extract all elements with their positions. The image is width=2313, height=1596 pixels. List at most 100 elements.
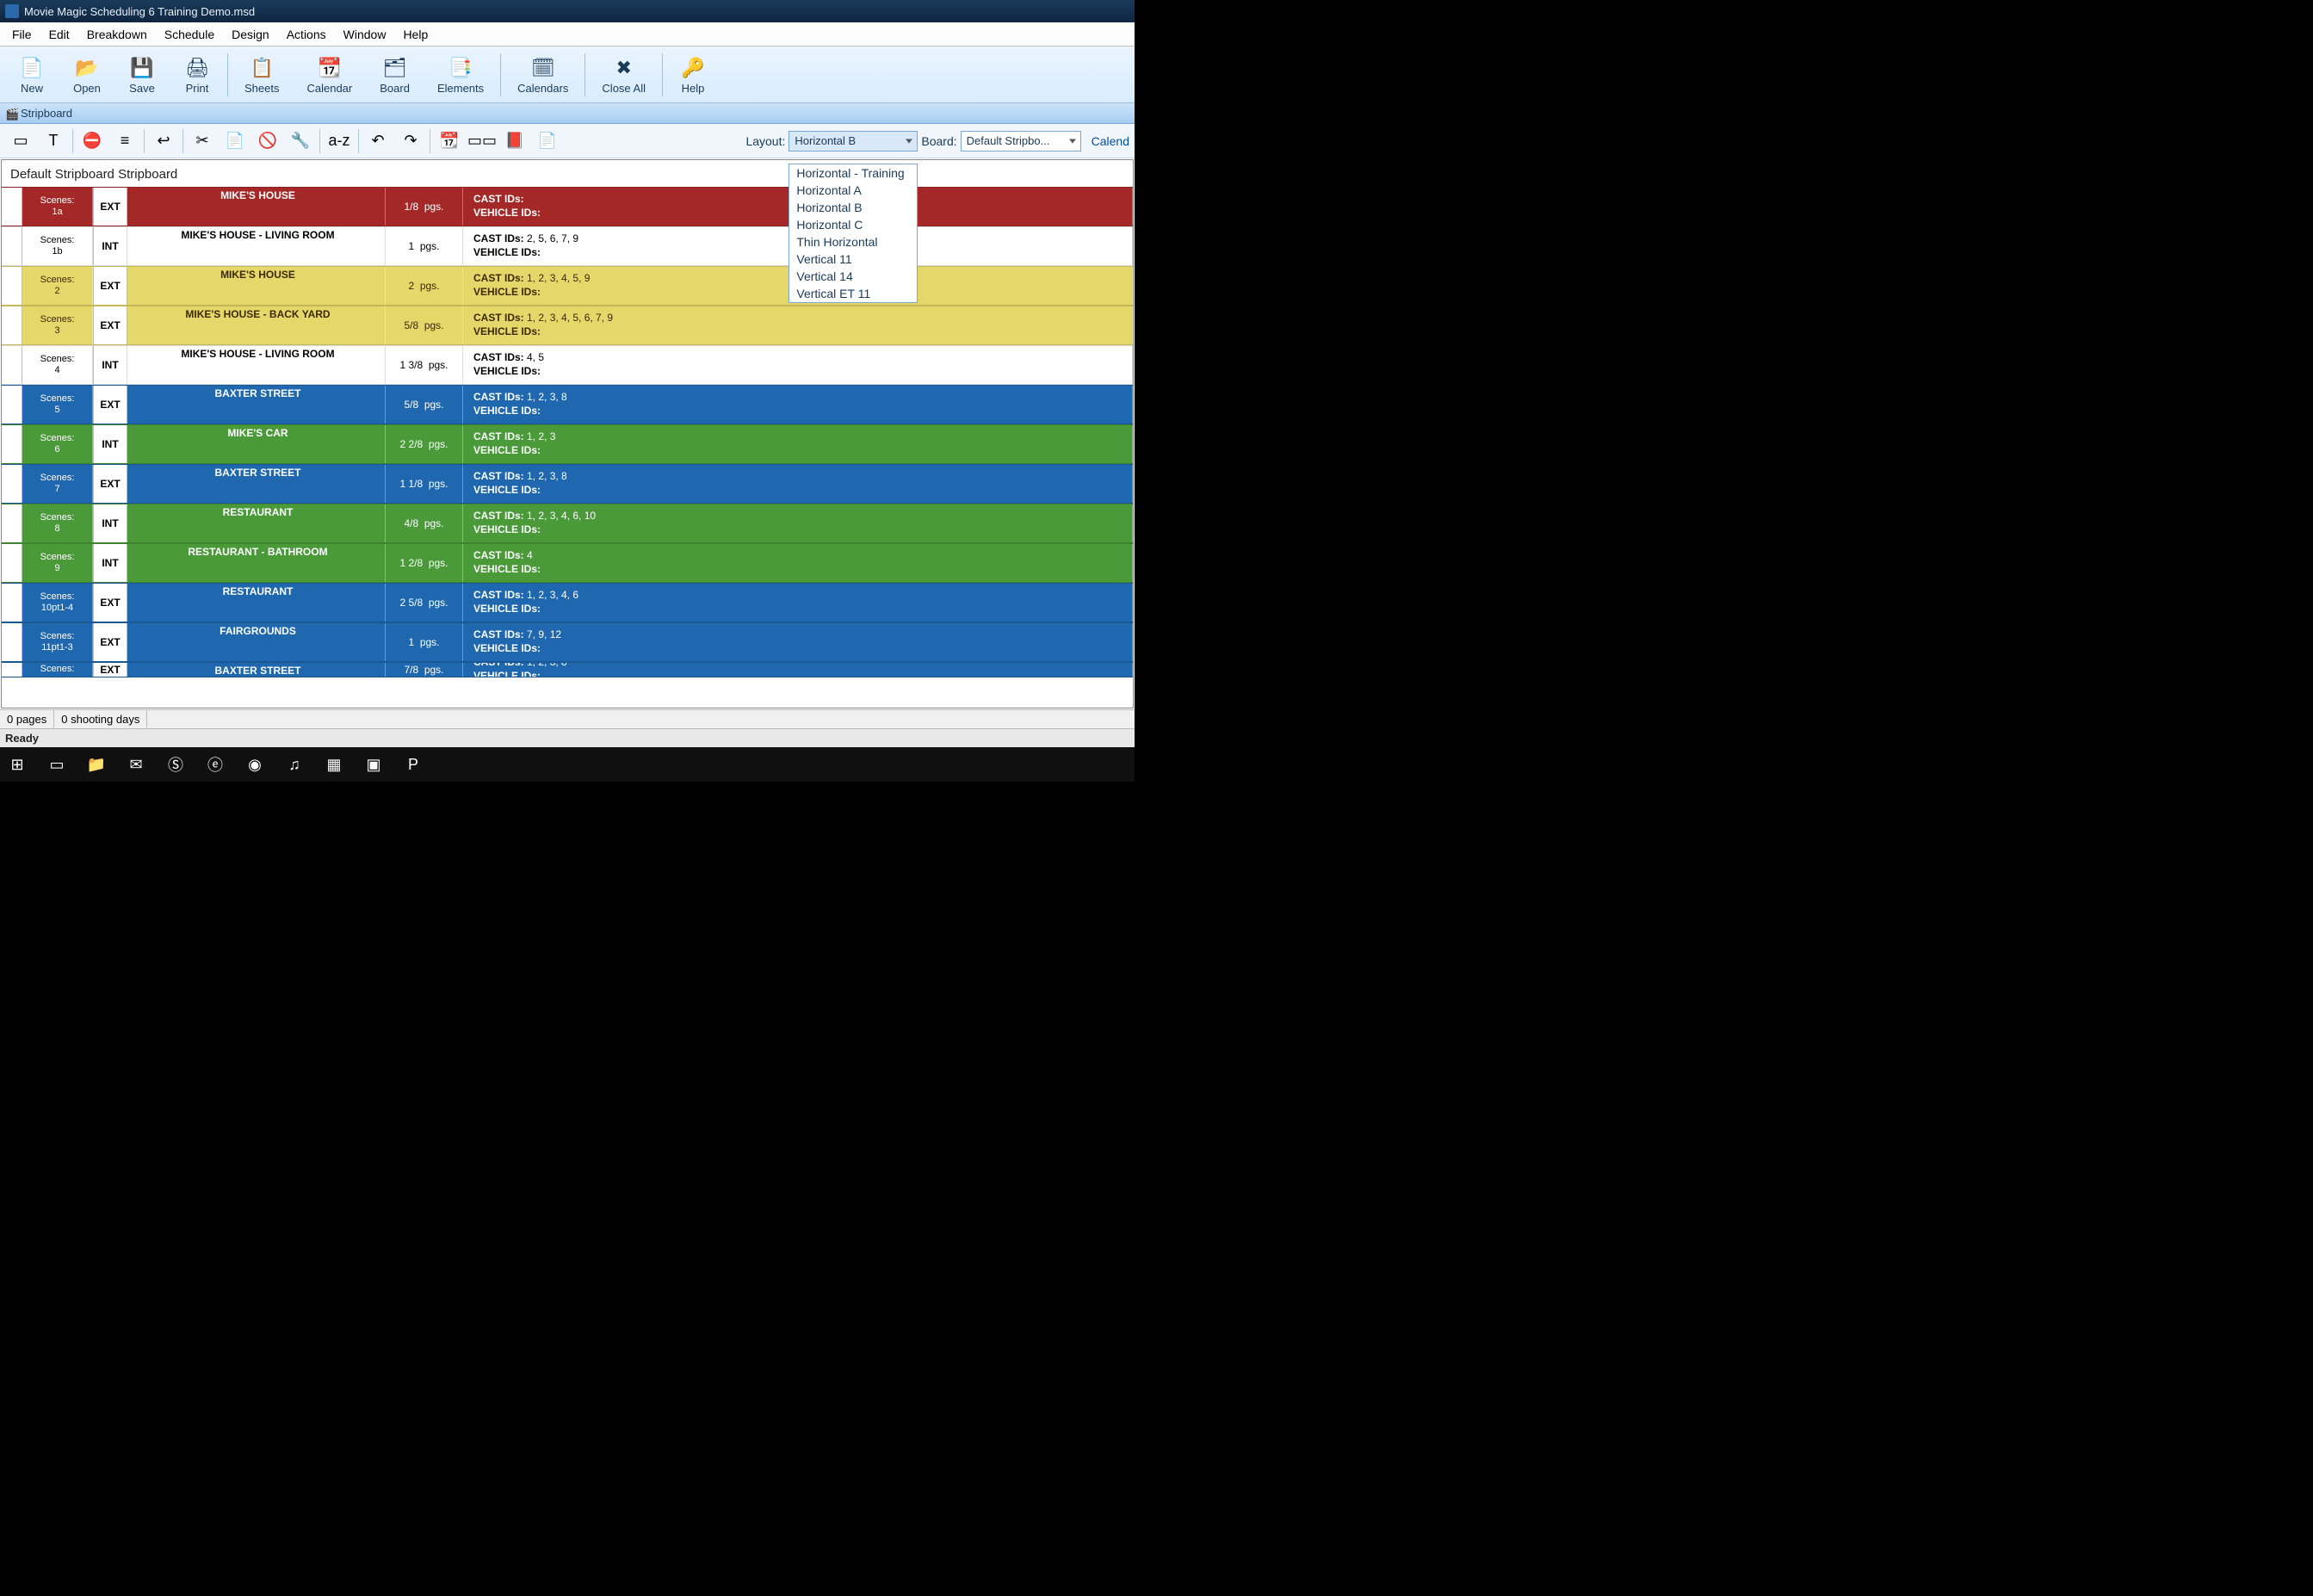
strip-int-ext: EXT (93, 465, 127, 503)
save-button[interactable]: 💾Save (115, 52, 169, 97)
strip-row[interactable]: Scenes:6INTMIKE'S CAR2 2/8 pgs.CAST IDs:… (2, 424, 1133, 464)
closeall-button[interactable]: ✖Close All (589, 52, 659, 97)
menu-breakdown[interactable]: Breakdown (78, 25, 156, 44)
layout-combo[interactable]: Horizontal B (789, 131, 918, 152)
strip-row[interactable]: Scenes:1aEXTMIKE'S HOUSE1/8 pgs.CAST IDs… (2, 187, 1133, 226)
menu-edit[interactable]: Edit (40, 25, 78, 44)
taskbar-task-view-icon[interactable]: ▭ (45, 752, 69, 776)
taskbar-skype-icon[interactable]: Ⓢ (164, 752, 188, 776)
calendars-button[interactable]: 🗓Calendars (504, 52, 581, 97)
layout-option[interactable]: Thin Horizontal (789, 233, 917, 251)
strip-tool-11[interactable]: ↷ (395, 127, 426, 155)
strip-tool-10[interactable]: ↶ (362, 127, 393, 155)
layout-option[interactable]: Vertical 11 (789, 251, 917, 268)
board-label: Board: (921, 134, 956, 148)
layout-option[interactable]: Vertical ET 11 (789, 285, 917, 302)
strip-tool-15[interactable]: 📄 (532, 127, 563, 155)
strip-tool-9[interactable]: a-z (324, 127, 355, 155)
strip-row[interactable]: Scenes:2EXTMIKE'S HOUSE2 pgs.CAST IDs: 1… (2, 266, 1133, 306)
strip-pages: 4/8 pgs. (386, 504, 463, 542)
strip-gutter (2, 306, 22, 344)
footer-bar: 0 pages 0 shooting days (0, 709, 1135, 728)
strip-gutter (2, 227, 22, 265)
strip-tool-5[interactable]: ✂ (187, 127, 218, 155)
strip-tool-12[interactable]: 📆 (434, 127, 465, 155)
sheets-icon: 📋 (248, 54, 275, 82)
new-button[interactable]: 📄New (5, 52, 59, 97)
menu-file[interactable]: File (3, 25, 40, 44)
strip-tool-14[interactable]: 📕 (499, 127, 530, 155)
footer-days: 0 shooting days (54, 710, 147, 728)
strip-ids: CAST IDs: 1, 2, 3, 8VEHICLE IDs: (463, 386, 1133, 424)
taskbar-outlook-icon[interactable]: ✉ (124, 752, 148, 776)
layout-option[interactable]: Horizontal A (789, 182, 917, 199)
board-button[interactable]: 🗂Board (367, 52, 423, 97)
taskbar-file-explorer-icon[interactable]: 📁 (84, 752, 108, 776)
strip-row[interactable]: Scenes:1bINTMIKE'S HOUSE - LIVING ROOM1 … (2, 226, 1133, 266)
menu-bar: FileEditBreakdownScheduleDesignActionsWi… (0, 22, 1135, 46)
menu-design[interactable]: Design (223, 25, 278, 44)
print-icon: 🖨 (183, 54, 211, 82)
strip-set: FAIRGROUNDS (127, 623, 386, 661)
strip-set: BAXTER STREET (127, 663, 386, 677)
strip-row[interactable]: Scenes:3EXTMIKE'S HOUSE - BACK YARD5/8 p… (2, 306, 1133, 345)
strip-pages: 1 1/8 pgs. (386, 465, 463, 503)
strip-scenes: Scenes:3 (22, 306, 93, 344)
strip-gutter (2, 386, 22, 424)
taskbar-ie-icon[interactable]: ⓔ (203, 752, 227, 776)
layout-option[interactable]: Horizontal B (789, 199, 917, 216)
strip-pages: 1 2/8 pgs. (386, 544, 463, 582)
title-bar: Movie Magic Scheduling 6 Training Demo.m… (0, 0, 1135, 22)
taskbar-app2-icon[interactable]: ▣ (362, 752, 386, 776)
taskbar-start-icon[interactable]: ⊞ (5, 752, 29, 776)
sheets-button[interactable]: 📋Sheets (232, 52, 292, 97)
layout-option[interactable]: Horizontal C (789, 216, 917, 233)
strip-tool-4[interactable]: ↩ (148, 127, 179, 155)
open-button[interactable]: 📂Open (60, 52, 114, 97)
strip-row[interactable]: Scenes:4INTMIKE'S HOUSE - LIVING ROOM1 3… (2, 345, 1133, 385)
strip-gutter (2, 544, 22, 582)
strip-row[interactable]: Scenes:10pt1-4EXTRESTAURANT2 5/8 pgs.CAS… (2, 583, 1133, 622)
toolbar-separator (227, 53, 228, 96)
taskbar-spotify-icon[interactable]: ♫ (282, 752, 306, 776)
strip-ids: CAST IDs: 1, 2, 3, 4, 5, 6, 7, 9VEHICLE … (463, 306, 1133, 344)
taskbar-powerpoint-icon[interactable]: P (401, 752, 425, 776)
app-logo-icon (5, 4, 19, 18)
calendar-button[interactable]: 📆Calendar (294, 52, 365, 97)
strip-row[interactable]: Scenes:7EXTBAXTER STREET1 1/8 pgs.CAST I… (2, 464, 1133, 504)
strip-tool-8[interactable]: 🔧 (285, 127, 316, 155)
strip-tool-1[interactable]: T (38, 127, 69, 155)
strip-tool-3[interactable]: ≡ (109, 127, 140, 155)
menu-window[interactable]: Window (335, 25, 395, 44)
strip-pages: 2 5/8 pgs. (386, 584, 463, 622)
strip-tool-2[interactable]: ⛔ (77, 127, 108, 155)
layout-option[interactable]: Horizontal - Training (789, 164, 917, 182)
strip-row[interactable]: Scenes:9INTRESTAURANT - BATHROOM1 2/8 pg… (2, 543, 1133, 583)
calendar-link[interactable]: Calend (1085, 134, 1129, 148)
strip-tool-7[interactable]: 🚫 (252, 127, 283, 155)
strip-tool-0[interactable]: ▭ (5, 127, 36, 155)
strip-row[interactable]: Scenes:EXTBAXTER STREET7/8 pgs.CAST IDs:… (2, 662, 1133, 677)
toolbar-separator (584, 53, 585, 96)
menu-schedule[interactable]: Schedule (156, 25, 223, 44)
strip-tool-6[interactable]: 📄 (220, 127, 250, 155)
strip-row[interactable]: Scenes:5EXTBAXTER STREET5/8 pgs.CAST IDs… (2, 385, 1133, 424)
strip-tool-13[interactable]: ▭▭ (467, 127, 498, 155)
menu-help[interactable]: Help (394, 25, 436, 44)
save-icon: 💾 (128, 54, 156, 82)
strip-gutter (2, 346, 22, 384)
strip-row[interactable]: Scenes:11pt1-3EXTFAIRGROUNDS1 pgs.CAST I… (2, 622, 1133, 662)
strip-int-ext: EXT (93, 188, 127, 226)
taskbar-app1-icon[interactable]: ▦ (322, 752, 346, 776)
strip-int-ext: EXT (93, 306, 127, 344)
help-button[interactable]: 🔑Help (666, 52, 720, 97)
layout-option[interactable]: Vertical 14 (789, 268, 917, 285)
menu-actions[interactable]: Actions (278, 25, 335, 44)
taskbar-chrome-icon[interactable]: ◉ (243, 752, 267, 776)
print-button[interactable]: 🖨Print (170, 52, 224, 97)
board-combo[interactable]: Default Stripbo... (961, 131, 1081, 152)
strip-pages: 2 pgs. (386, 267, 463, 305)
elements-button[interactable]: 📑Elements (424, 52, 497, 97)
strip-row[interactable]: Scenes:8INTRESTAURANT4/8 pgs.CAST IDs: 1… (2, 504, 1133, 543)
strip-int-ext: EXT (93, 386, 127, 424)
